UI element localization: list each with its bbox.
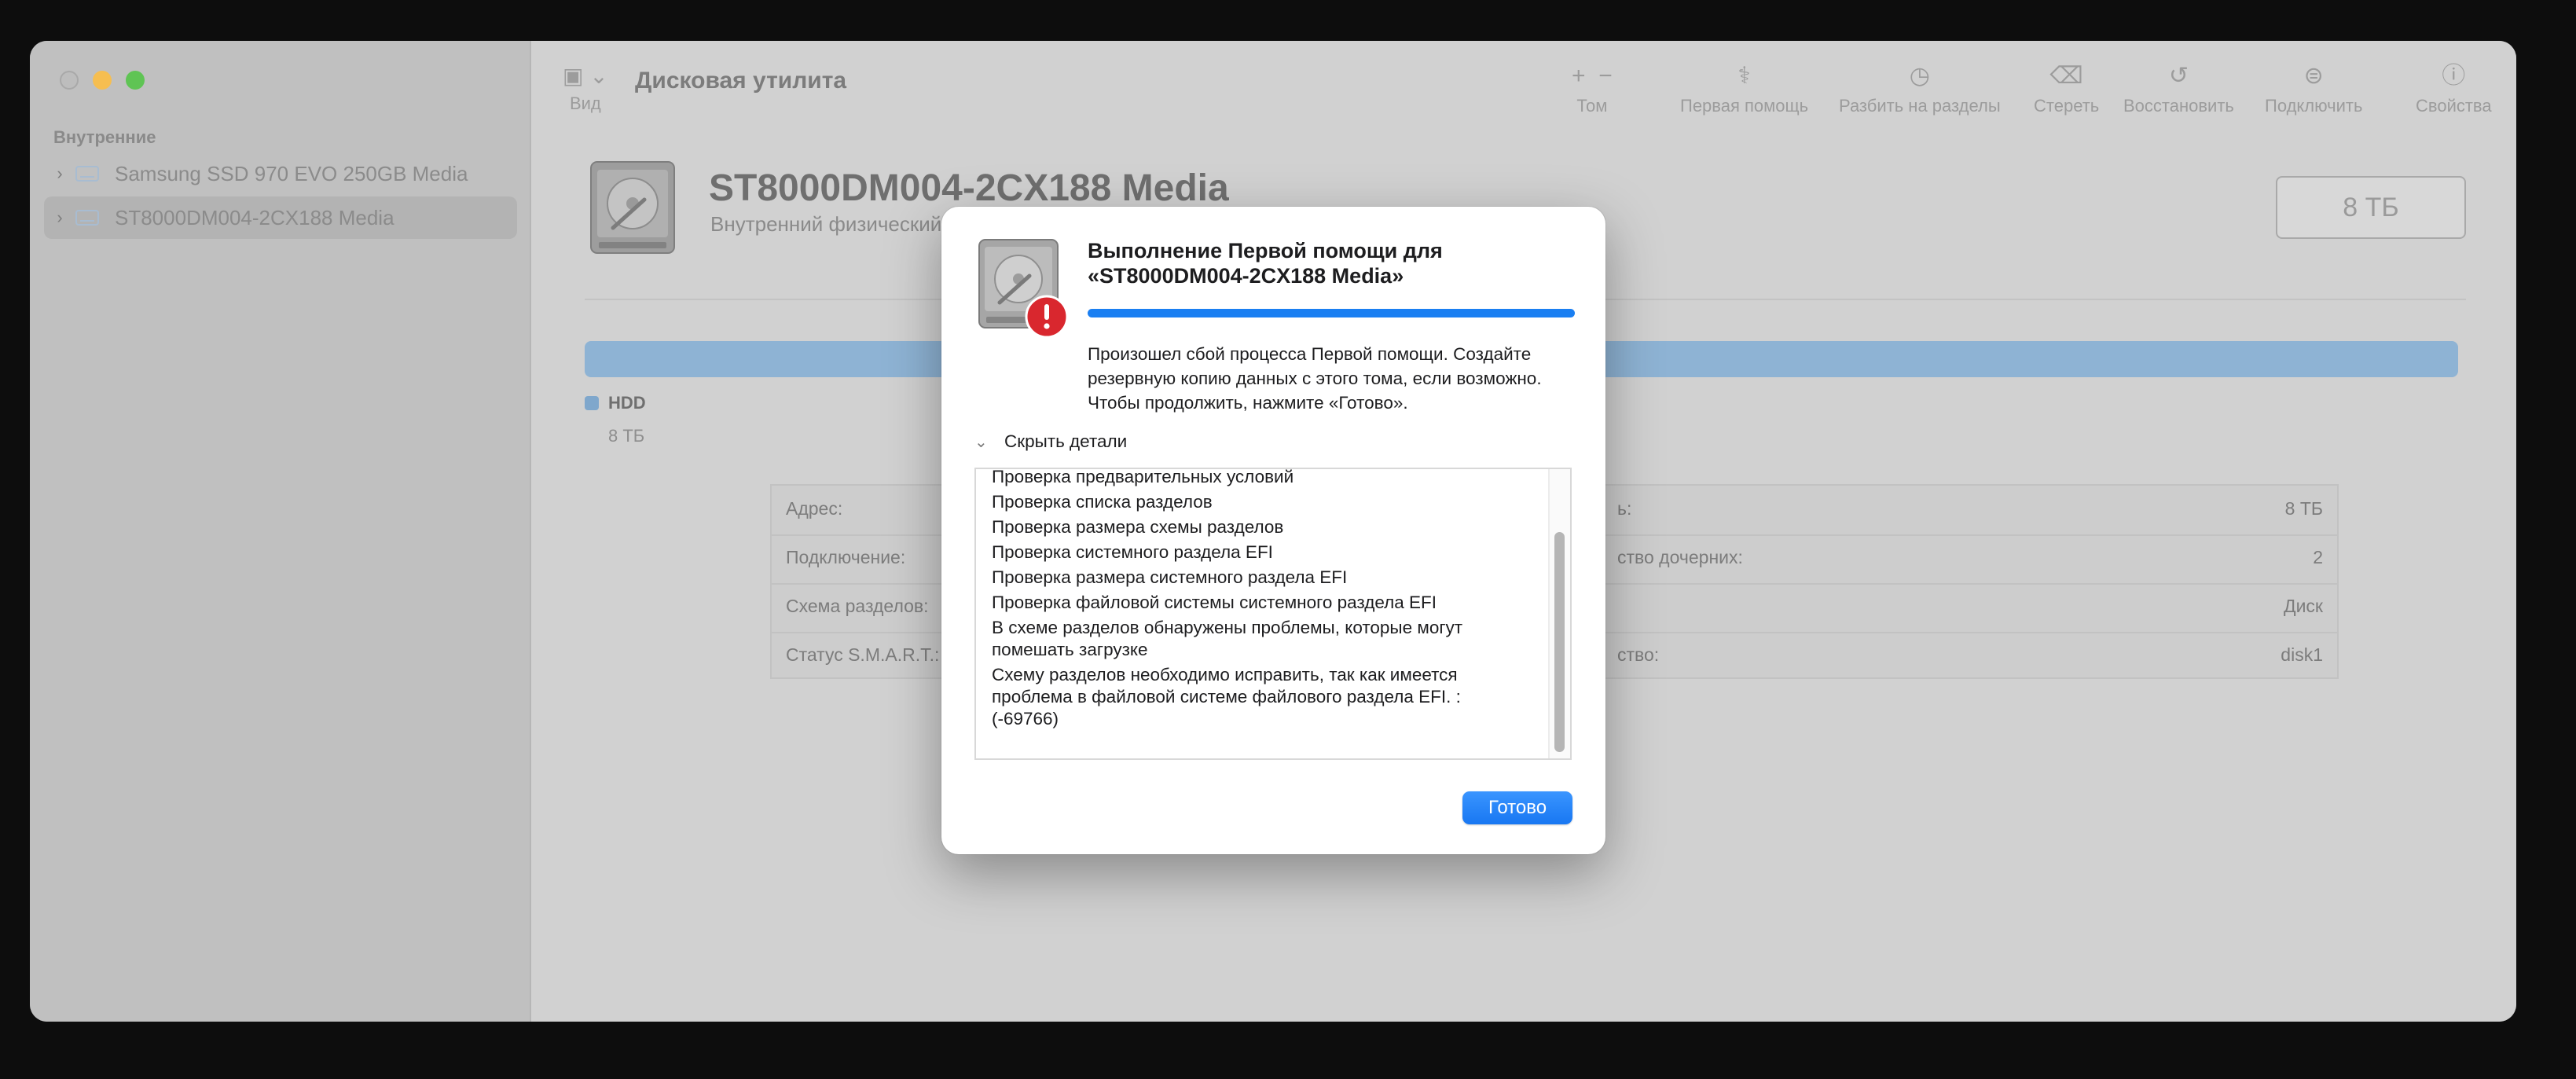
chevron-right-icon[interactable]: › [44,163,75,184]
plus-icon[interactable]: + [1572,63,1586,89]
log-line: Проверка списка разделов [992,492,1213,512]
done-button[interactable]: Готово [1462,791,1572,824]
first-aid-button[interactable]: ⚕ Первая помощь [1680,61,1808,116]
minimize-window-button[interactable] [93,71,112,90]
mount-button[interactable]: ⊜ Подключить [2265,61,2362,116]
view-button[interactable]: ▣ ⌄ Вид [563,63,608,114]
mount-icon: ⊜ [2303,63,2324,89]
hide-details-label: Скрыть детали [1004,431,1128,451]
dialog-message: Произошел сбой процесса Первой помощи. С… [1088,344,1542,413]
internal-disk-icon [75,210,99,226]
first-aid-progress-bar [1088,309,1575,317]
internal-disk-icon [75,166,99,182]
info-icon: ⓘ [2442,63,2466,89]
log-line: Проверка файловой системы системного раз… [992,593,1437,612]
chevron-down-icon: ⌄ [974,433,988,451]
log-scrollbar-thumb[interactable] [1554,532,1565,752]
partition-button[interactable]: ◷ Разбить на разделы [1839,61,2001,116]
log-scrollbar[interactable] [1548,469,1570,758]
disk-size-box: 8 ТБ [2276,176,2466,239]
disk-subtitle: Внутренний физический [710,212,942,236]
chevron-right-icon[interactable]: › [44,207,75,228]
stethoscope-icon: ⚕ [1738,63,1751,89]
first-aid-dialog: Выполнение Первой помощи для «ST8000DM00… [941,207,1605,854]
close-window-button[interactable] [60,71,79,90]
log-line: Схему разделов необходимо исправить, так… [992,665,1461,729]
log-line: Проверка предварительных условий [992,468,1294,486]
log-line: Проверка размера схемы разделов [992,517,1284,537]
sidebar-item-label: ST8000DM004-2CX188 Media [115,205,394,229]
sidebar-item-samsung-ssd[interactable]: › Samsung SSD 970 EVO 250GB Media [44,152,517,195]
sidebar-section-internal: Внутренние [53,127,156,147]
info-button[interactable]: ⓘ Свойства [2416,61,2492,116]
log-lines: Проверка предварительных условий Проверк… [992,468,1526,733]
pie-chart-icon: ◷ [1909,63,1930,89]
log-line: В схеме разделов обнаружены проблемы, ко… [992,618,1463,659]
dialog-title: Выполнение Первой помощи для «ST8000DM00… [1088,239,1443,288]
legend-name: HDD [608,393,646,413]
sidebar-item-st8000dm004[interactable]: › ST8000DM004-2CX188 Media [44,196,517,239]
app-title: Дисковая утилита [635,68,847,94]
hard-disk-icon [590,161,675,254]
hide-details-toggle[interactable]: ⌄ Скрыть детали [974,431,1127,452]
disk-name: ST8000DM004-2CX188 Media [709,167,1229,209]
legend-color-swatch [585,396,599,410]
restore-icon: ↺ [2168,63,2189,89]
volume-button[interactable]: + − Том [1572,61,1613,116]
disk-alert-icon [978,239,1069,339]
sidebar-item-label: Samsung SSD 970 EVO 250GB Media [115,161,468,185]
log-line: Проверка размера системного раздела EFI [992,567,1348,587]
erase-button[interactable]: ⌫ Стереть [2034,61,2099,116]
sidebar-icon: ▣ ⌄ [563,64,608,88]
eraser-icon: ⌫ [2049,63,2083,89]
window-controls [60,71,145,90]
zoom-window-button[interactable] [126,71,145,90]
legend-size: 8 ТБ [608,426,645,446]
log-line: Проверка системного раздела EFI [992,542,1273,562]
restore-button[interactable]: ↺ Восстановить [2123,61,2234,116]
sidebar: Внутренние › Samsung SSD 970 EVO 250GB M… [30,41,531,1022]
minus-icon[interactable]: − [1598,63,1613,89]
details-log[interactable]: Проверка предварительных условий Проверк… [974,468,1572,760]
